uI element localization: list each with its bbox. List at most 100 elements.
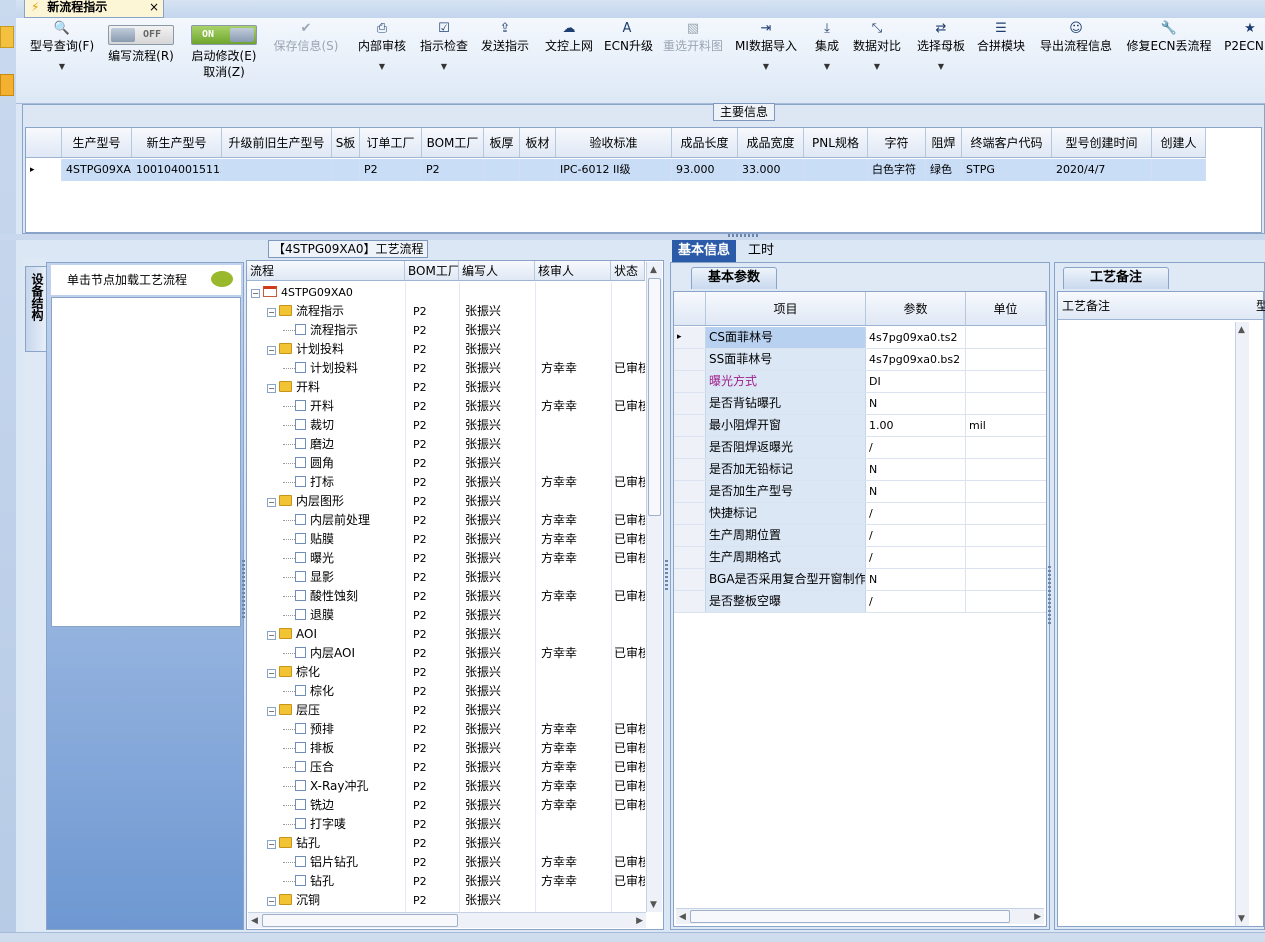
side-shortcut-2[interactable] (0, 74, 14, 96)
collapse-icon[interactable]: − (267, 308, 276, 317)
column-header[interactable]: 成品宽度 (738, 128, 804, 157)
collapse-icon[interactable]: − (267, 384, 276, 393)
table-cell[interactable] (332, 159, 360, 181)
toolbar-button-14[interactable]: ☰ 合拼模块 (974, 18, 1028, 54)
tree-row[interactable]: 排板 P2 张振兴 方幸幸 已审核 (247, 739, 645, 758)
tree-row[interactable]: 流程指示 P2 张振兴 (247, 321, 645, 340)
params-horizontal-scrollbar[interactable]: ◀ ▶ (676, 908, 1044, 924)
tree-node[interactable]: 磨边 (247, 435, 405, 454)
tree-row[interactable]: 开料 P2 张振兴 方幸幸 已审核 (247, 397, 645, 416)
tree-node[interactable]: − 4STPG09XA0 (247, 283, 405, 302)
tree-row[interactable]: 打标 P2 张振兴 方幸幸 已审核 (247, 473, 645, 492)
tree-node[interactable]: − 流程指示 (247, 302, 405, 321)
tree-node[interactable]: − AOI (247, 625, 405, 644)
param-value[interactable]: N (866, 569, 966, 590)
params-row[interactable]: ▸ CS面菲林号 4s7pg09xa0.ts2 (674, 327, 1046, 349)
toolbar-button-10[interactable]: ⇥ MI数据导入 ▼ (732, 18, 800, 71)
table-cell[interactable] (804, 159, 868, 181)
toolbar-label-cancel[interactable]: 取消(Z) (182, 64, 266, 80)
scroll-thumb[interactable] (690, 910, 1010, 923)
column-header[interactable]: 字符 (868, 128, 926, 157)
flow-column-header[interactable]: 状态 (611, 261, 645, 280)
param-value[interactable]: / (866, 591, 966, 612)
table-cell[interactable]: 4STPG09XA0 (62, 159, 132, 181)
tree-node[interactable]: − 开料 (247, 378, 405, 397)
tree-node[interactable]: − 内层图形 (247, 492, 405, 511)
tree-node[interactable]: 铝片钻孔 (247, 853, 405, 872)
table-cell[interactable]: 93.000 (672, 159, 738, 181)
table-cell[interactable]: 绿色 (926, 159, 962, 181)
tree-node[interactable]: − 沉铜 (247, 891, 405, 910)
param-value[interactable]: / (866, 437, 966, 458)
tree-row[interactable]: 钻孔 P2 张振兴 方幸幸 已审核 (247, 872, 645, 891)
tree-row[interactable]: − 开料 P2 张振兴 (247, 378, 645, 397)
params-row[interactable]: 是否加生产型号 N (674, 481, 1046, 503)
tab-1[interactable]: 工时 (742, 240, 780, 262)
tab-0[interactable]: 基本信息 (672, 240, 737, 262)
params-column-header[interactable]: 参数 (866, 292, 966, 325)
table-cell[interactable]: 2020/4/7 (1052, 159, 1152, 181)
toggle-on[interactable]: ON (191, 25, 257, 45)
tree-node[interactable]: 预排 (247, 720, 405, 739)
tree-row[interactable]: − 4STPG09XA0 (247, 283, 645, 302)
column-header[interactable]: 生产型号 (62, 128, 132, 157)
toolbar-button-2[interactable]: ON 启动修改(E) 取消(Z) (182, 18, 266, 80)
column-header[interactable]: BOM工厂 (422, 128, 484, 157)
tree-node[interactable]: 铣边 (247, 796, 405, 815)
tree-node[interactable]: 钻孔 (247, 872, 405, 891)
tree-node[interactable]: − 棕化 (247, 663, 405, 682)
collapse-icon[interactable]: − (267, 346, 276, 355)
scroll-thumb[interactable] (262, 914, 458, 927)
tree-row[interactable]: 磨边 P2 张振兴 (247, 435, 645, 454)
collapse-icon[interactable]: − (267, 840, 276, 849)
params-row[interactable]: 是否整板空曝 / (674, 591, 1046, 613)
tree-row[interactable]: 铝片钻孔 P2 张振兴 方幸幸 已审核 (247, 853, 645, 872)
collapse-icon[interactable]: − (251, 289, 260, 298)
toolbar-button-5[interactable]: ☑ 指示检查 ▼ (414, 18, 474, 71)
tree-row[interactable]: − 钻孔 P2 张振兴 (247, 834, 645, 853)
toolbar-button-13[interactable]: ⇄ 选择母板 ▼ (912, 18, 970, 71)
toolbar-button-1[interactable]: OFF 编写流程(R) (102, 18, 180, 64)
scroll-thumb[interactable] (648, 278, 661, 516)
tree-row[interactable]: 打字唛 P2 张振兴 (247, 815, 645, 834)
params-row[interactable]: 是否加无铅标记 N (674, 459, 1046, 481)
tree-row[interactable]: 裁切 P2 张振兴 (247, 416, 645, 435)
tree-row[interactable]: 曝光 P2 张振兴 方幸幸 已审核 (247, 549, 645, 568)
tree-node[interactable]: 内层前处理 (247, 511, 405, 530)
column-header[interactable]: 型号创建时间 (1052, 128, 1152, 157)
collapse-icon[interactable]: − (267, 707, 276, 716)
params-row[interactable]: 生产周期格式 / (674, 547, 1046, 569)
tree-node[interactable]: 裁切 (247, 416, 405, 435)
table-cell[interactable]: STPG (962, 159, 1052, 181)
table-cell[interactable]: IPC-6012 II级 (556, 159, 672, 181)
tree-node[interactable]: 退膜 (247, 606, 405, 625)
table-cell[interactable]: 10010400151139 (132, 159, 222, 181)
tree-loader-header[interactable]: 单击节点加载工艺流程 (51, 265, 241, 295)
toolbar-button-15[interactable]: ☺ 导出流程信息 (1034, 18, 1118, 54)
column-header[interactable]: 终端客户代码 (962, 128, 1052, 157)
toolbar-button-6[interactable]: ⇪ 发送指示 (476, 18, 534, 54)
toolbar-button-11[interactable]: ⤓ 集成 ▼ (808, 18, 846, 71)
collapse-icon[interactable]: − (267, 669, 276, 678)
tree-row[interactable]: X-Ray冲孔 P2 张振兴 方幸幸 已审核 (247, 777, 645, 796)
params-row[interactable]: 是否背钻曝孔 N (674, 393, 1046, 415)
params-row[interactable]: SS面菲林号 4s7pg09xa0.bs2 (674, 349, 1046, 371)
param-value[interactable]: / (866, 547, 966, 568)
column-header[interactable]: 创建人 (1152, 128, 1206, 157)
flow-horizontal-scrollbar[interactable]: ◀ ▶ (248, 912, 646, 928)
param-value[interactable]: 4s7pg09xa0.bs2 (866, 349, 966, 370)
scroll-down-icon[interactable]: ▼ (1238, 914, 1245, 924)
tree-row[interactable]: 铣边 P2 张振兴 方幸幸 已审核 (247, 796, 645, 815)
column-header[interactable]: PNL规格 (804, 128, 868, 157)
chevron-down-icon[interactable]: ▼ (808, 62, 846, 71)
flow-vertical-scrollbar[interactable]: ▲ ▼ (646, 262, 662, 912)
toolbar-button-17[interactable]: ★ P2ECN自 (1220, 18, 1265, 54)
tree-node[interactable]: 计划投料 (247, 359, 405, 378)
chevron-down-icon[interactable]: ▼ (912, 62, 970, 71)
tree-node[interactable]: 开料 (247, 397, 405, 416)
tree-row[interactable]: 显影 P2 张振兴 (247, 568, 645, 587)
column-header[interactable]: 阻焊 (926, 128, 962, 157)
param-value[interactable]: N (866, 393, 966, 414)
chevron-down-icon[interactable]: ▼ (732, 62, 800, 71)
chevron-down-icon[interactable]: ▼ (352, 62, 412, 71)
